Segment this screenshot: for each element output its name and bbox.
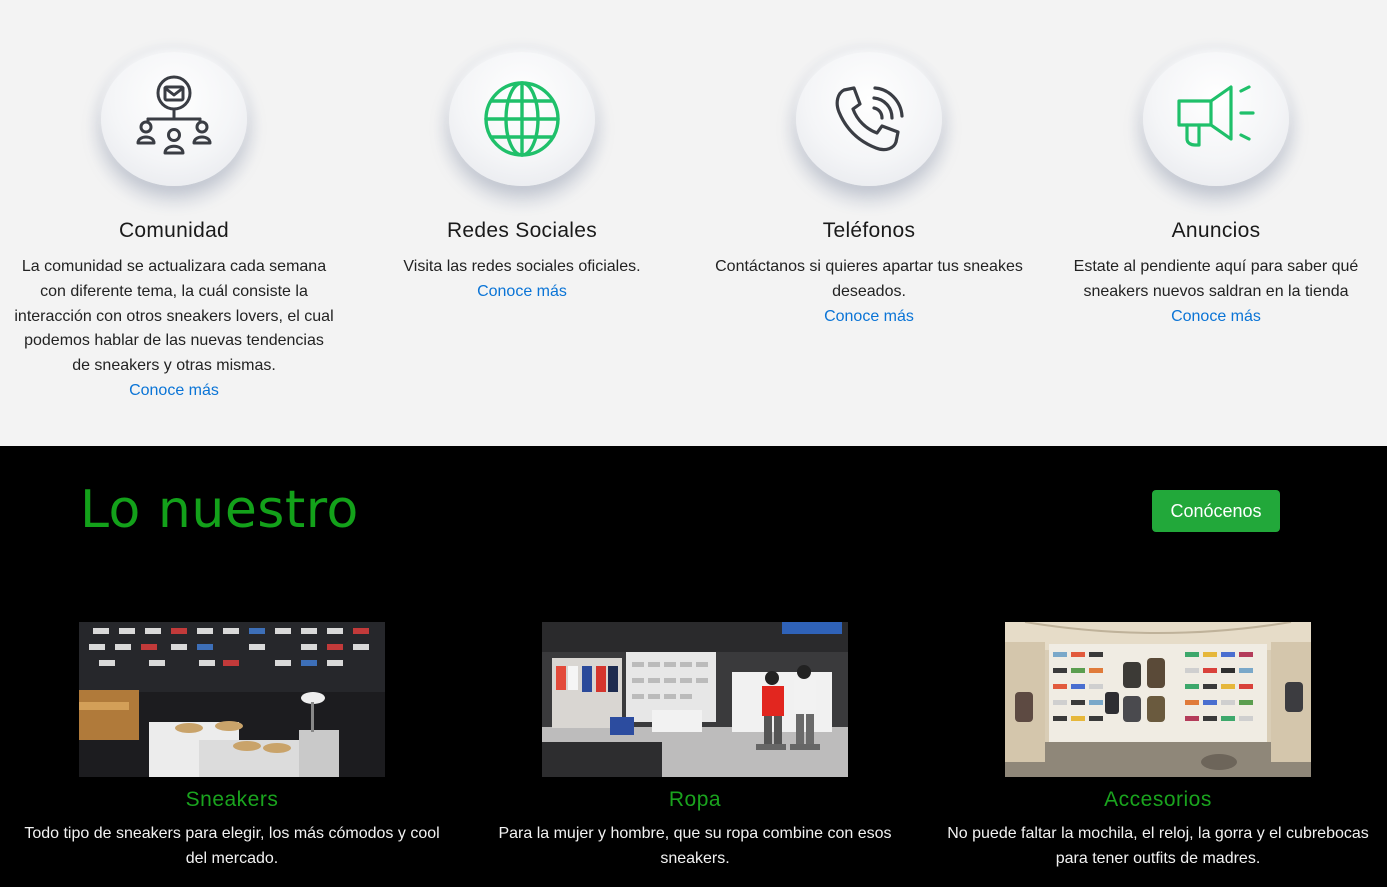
sneaker-store-wall-photo xyxy=(79,622,385,777)
card-description: Para la mujer y hombre, que su ropa comb… xyxy=(498,825,892,867)
feature-description: La comunidad se actualizara cada semana … xyxy=(14,255,334,404)
community-mail-icon xyxy=(101,52,247,186)
accessories-store-photo xyxy=(1005,622,1311,777)
feature-description-text: Contáctanos si quieres apartar tus sneak… xyxy=(715,258,1023,300)
feature-description-text: Visita las redes sociales oficiales. xyxy=(403,258,641,275)
about-section: Lo nuestro Conócenos Sneakers Todo tipo … xyxy=(0,446,1387,887)
feature-description: Contáctanos si quieres apartar tus sneak… xyxy=(709,255,1029,329)
learn-more-link[interactable]: Conoce más xyxy=(1056,305,1376,330)
card-title: Ropa xyxy=(668,788,722,811)
feature-description-text: Estate al pendiente aquí para saber qué … xyxy=(1073,258,1359,300)
globe-icon xyxy=(449,52,595,186)
feature-description: Visita las redes sociales oficiales. Con… xyxy=(362,255,682,305)
feature-description-text: La comunidad se actualizara cada semana … xyxy=(14,258,334,375)
learn-more-link[interactable]: Conoce más xyxy=(362,280,682,305)
learn-more-link[interactable]: Conoce más xyxy=(14,379,334,404)
feature-title: Anuncios xyxy=(1171,219,1261,242)
phone-icon xyxy=(796,52,942,186)
features-section: Comunidad La comunidad se actualizara ca… xyxy=(0,0,1387,446)
clothing-store-photo xyxy=(542,622,848,777)
about-us-button[interactable]: Conócenos xyxy=(1152,490,1280,532)
card-description: Todo tipo de sneakers para elegir, los m… xyxy=(24,825,440,867)
feature-title: Comunidad xyxy=(118,219,230,242)
feature-title: Redes Sociales xyxy=(446,219,598,242)
feature-description: Estate al pendiente aquí para saber qué … xyxy=(1056,255,1376,329)
card-title: Sneakers xyxy=(185,788,279,811)
section-title: Lo nuestro xyxy=(80,480,359,540)
megaphone-icon xyxy=(1143,52,1289,186)
card-title: Accesorios xyxy=(1104,788,1212,811)
feature-title: Teléfonos xyxy=(822,219,916,242)
learn-more-link[interactable]: Conoce más xyxy=(709,305,1029,330)
card-description: No puede faltar la mochila, el reloj, la… xyxy=(947,825,1369,867)
